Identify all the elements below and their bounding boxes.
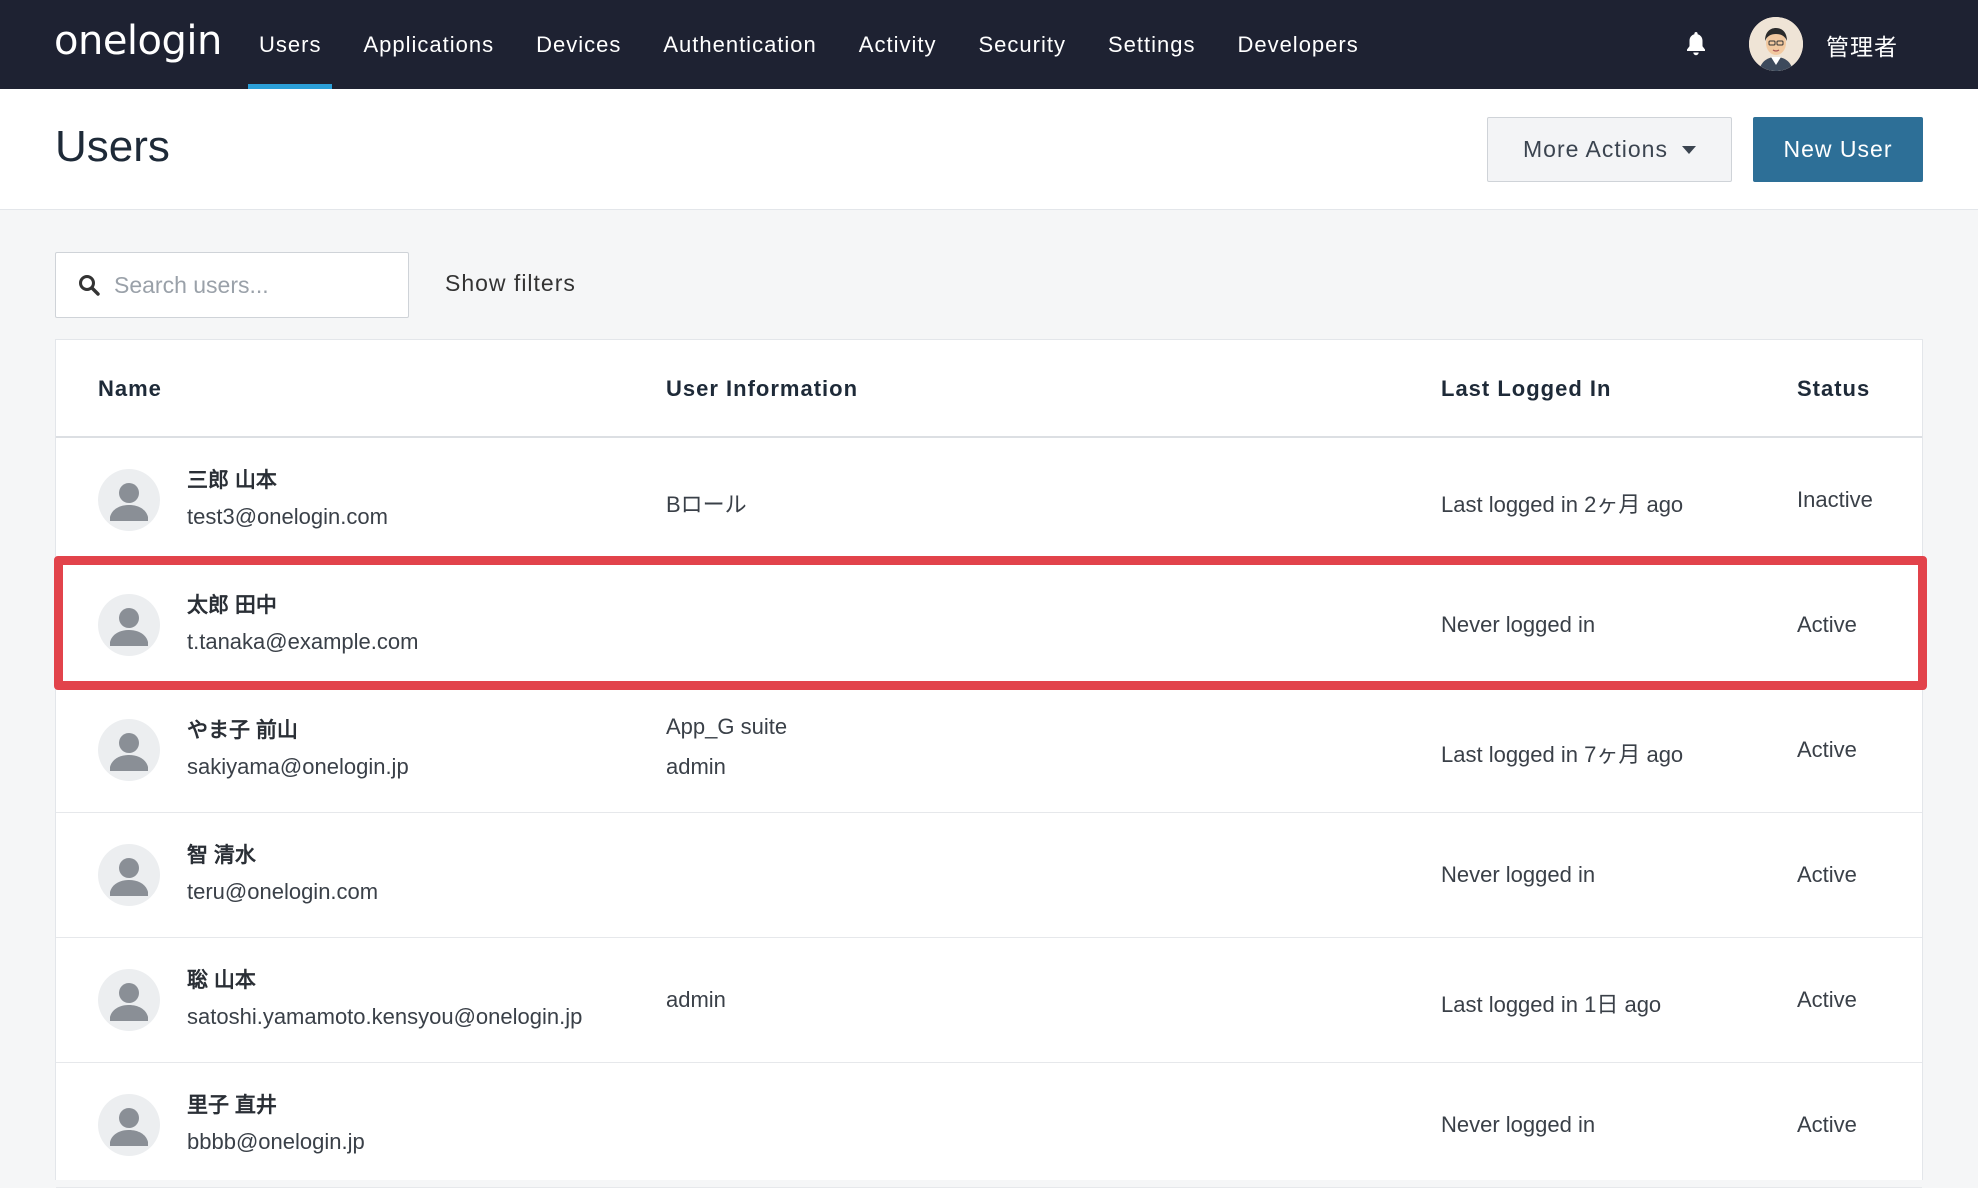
- table-row[interactable]: 太郎 田中 t.tanaka@example.com Never logged …: [56, 563, 1922, 688]
- column-header-user-information[interactable]: User Information: [666, 376, 858, 402]
- user-name[interactable]: やま子 前山: [187, 714, 298, 744]
- status-badge: Active: [1797, 1112, 1857, 1137]
- onelogin-logo[interactable]: onelogin: [54, 18, 222, 64]
- last-logged-in: Never logged in: [1441, 1112, 1596, 1137]
- nav-item-authentication[interactable]: Authentication: [642, 0, 837, 89]
- status-badge: Active: [1797, 612, 1857, 637]
- user-avatar[interactable]: [1749, 17, 1803, 71]
- more-actions-label: More Actions: [1523, 136, 1668, 162]
- nav-item-users[interactable]: Users: [238, 0, 342, 89]
- default-avatar-icon: [98, 1094, 160, 1156]
- search-box[interactable]: [55, 252, 409, 318]
- more-actions-button[interactable]: More Actions: [1487, 117, 1732, 182]
- show-filters-link[interactable]: Show filters: [445, 270, 576, 297]
- nav-item-activity[interactable]: Activity: [838, 0, 958, 89]
- nav-item-settings[interactable]: Settings: [1087, 0, 1217, 89]
- default-avatar-icon: [98, 594, 160, 656]
- last-logged-in: Never logged in: [1441, 862, 1596, 887]
- last-logged-in: Last logged in 2ヶ月 ago: [1441, 492, 1684, 517]
- user-email: teru@onelogin.com: [187, 879, 379, 904]
- last-logged-in: Last logged in 1日 ago: [1441, 992, 1662, 1017]
- user-email: bbbb@onelogin.jp: [187, 1129, 365, 1154]
- current-user-name[interactable]: 管理者: [1826, 28, 1898, 62]
- main-nav: Users Applications Devices Authenticatio…: [238, 0, 1380, 89]
- top-navigation-bar: onelogin Users Applications Devices Auth…: [0, 0, 1978, 89]
- user-email: sakiyama@onelogin.jp: [187, 754, 409, 779]
- column-header-status[interactable]: Status: [1797, 376, 1870, 402]
- user-email: test3@onelogin.com: [187, 504, 388, 529]
- table-row[interactable]: 三郎 山本 test3@onelogin.com Bロール Last logge…: [56, 438, 1922, 563]
- user-email: t.tanaka@example.com: [187, 629, 419, 654]
- status-badge: Inactive: [1797, 487, 1873, 512]
- default-avatar-icon: [98, 719, 160, 781]
- table-row[interactable]: 聡 山本 satoshi.yamamoto.kensyou@onelogin.j…: [56, 938, 1922, 1063]
- status-badge: Active: [1797, 987, 1857, 1012]
- default-avatar-icon: [98, 469, 160, 531]
- table-row[interactable]: やま子 前山 sakiyama@onelogin.jp App_G suite …: [56, 688, 1922, 813]
- column-header-name[interactable]: Name: [98, 376, 162, 402]
- table-header: Name User Information Last Logged In Sta…: [56, 340, 1922, 438]
- notification-bell-icon[interactable]: [1684, 30, 1708, 58]
- nav-item-applications[interactable]: Applications: [342, 0, 515, 89]
- user-email: satoshi.yamamoto.kensyou@onelogin.jp: [187, 1004, 583, 1029]
- nav-item-developers[interactable]: Developers: [1216, 0, 1379, 89]
- status-badge: Active: [1797, 737, 1857, 762]
- user-name[interactable]: 里子 直井: [187, 1089, 277, 1119]
- nav-item-security[interactable]: Security: [957, 0, 1086, 89]
- user-info-role: App_G suite: [666, 714, 788, 739]
- table-row[interactable]: 智 清水 teru@onelogin.com Never logged in A…: [56, 813, 1922, 938]
- caret-down-icon: [1681, 145, 1696, 154]
- users-table: Name User Information Last Logged In Sta…: [55, 339, 1923, 1188]
- last-logged-in: Last logged in 7ヶ月 ago: [1441, 742, 1684, 767]
- user-info-role: Bロール: [666, 492, 747, 517]
- table-row[interactable]: 里子 直井 bbbb@onelogin.jp Never logged in A…: [56, 1063, 1922, 1188]
- new-user-button[interactable]: New User: [1753, 117, 1923, 182]
- last-logged-in: Never logged in: [1441, 612, 1596, 637]
- user-name[interactable]: 三郎 山本: [187, 464, 277, 494]
- status-badge: Active: [1797, 862, 1857, 887]
- search-input[interactable]: [114, 271, 374, 299]
- column-header-last-logged-in[interactable]: Last Logged In: [1441, 376, 1611, 402]
- page-title: Users: [55, 122, 170, 171]
- search-icon: [79, 275, 100, 296]
- default-avatar-icon: [98, 844, 160, 906]
- page-header: Users More Actions New User: [0, 89, 1978, 210]
- user-info-role: admin: [666, 754, 726, 779]
- user-info-role: admin: [666, 987, 726, 1012]
- user-name[interactable]: 聡 山本: [187, 964, 256, 994]
- default-avatar-icon: [98, 969, 160, 1031]
- user-name[interactable]: 智 清水: [187, 839, 256, 869]
- user-name[interactable]: 太郎 田中: [187, 589, 277, 619]
- nav-item-devices[interactable]: Devices: [515, 0, 642, 89]
